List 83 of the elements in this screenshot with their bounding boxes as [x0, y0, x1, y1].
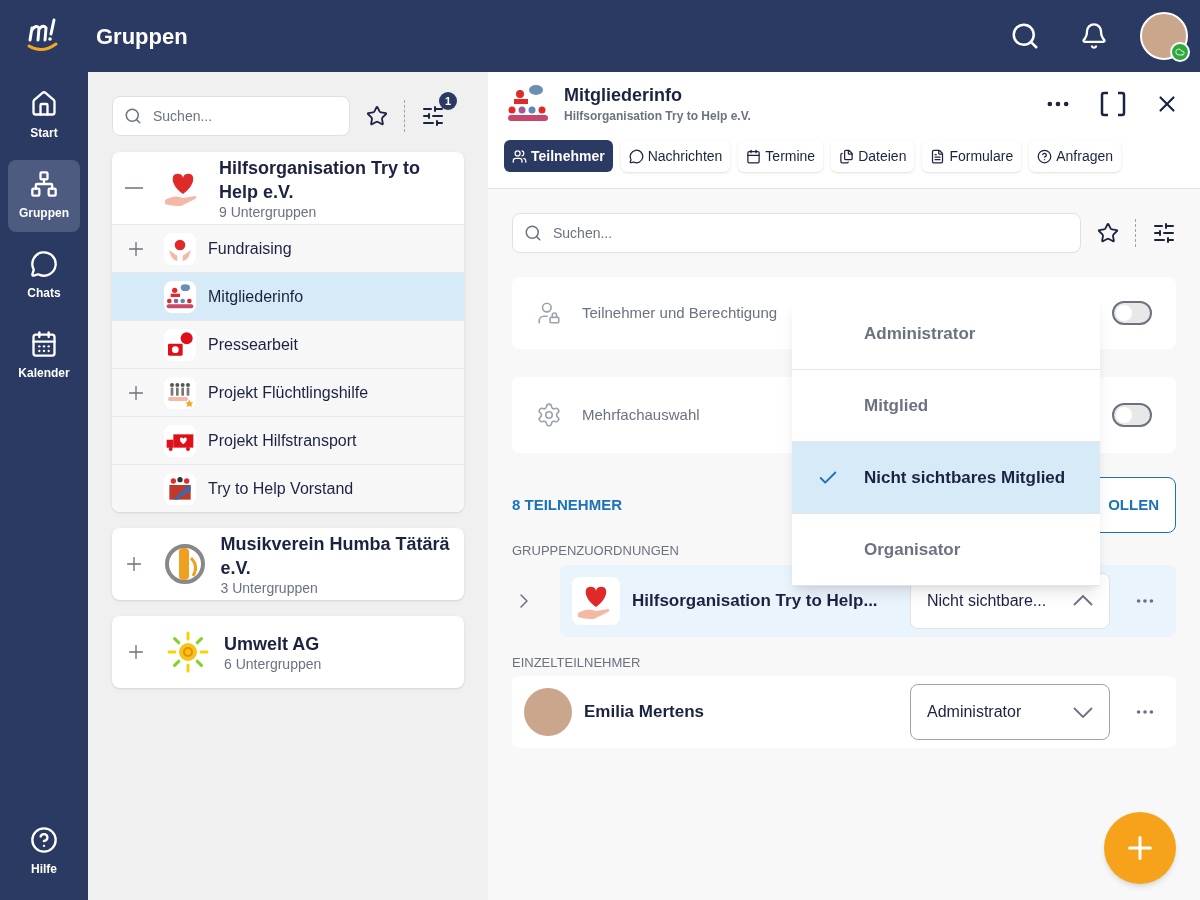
- tab[interactable]: Teilnehmer: [504, 140, 613, 172]
- star-icon[interactable]: [1097, 222, 1119, 244]
- tab[interactable]: Anfragen: [1029, 140, 1122, 172]
- detail-title: Mitgliederinfo: [564, 84, 683, 107]
- subgroup-name: Pressearbeit: [208, 334, 298, 355]
- filter-count-badge: 1: [439, 92, 457, 110]
- subgroup-item[interactable]: Pressearbeit: [112, 320, 464, 368]
- nav-item[interactable]: Kalender: [8, 320, 80, 392]
- person-avatar: [524, 688, 572, 736]
- subgroup-name: Projekt Flüchtlingshilfe: [208, 382, 369, 403]
- gear-icon: [536, 402, 562, 428]
- documents-icon: [839, 148, 855, 164]
- people-icon: [512, 148, 527, 164]
- group-name[interactable]: Musikverein Humba Tätärä e.V.: [220, 532, 456, 580]
- toggle-switch[interactable]: [1112, 301, 1152, 325]
- search-icon: [124, 107, 142, 125]
- nav-item[interactable]: Hilfe: [8, 820, 80, 884]
- subgroup-item[interactable]: Projekt Hilfstransport: [112, 416, 464, 464]
- subgroup-count: 6 Untergruppen: [224, 656, 322, 672]
- toggle-switch[interactable]: [1112, 403, 1152, 427]
- role-option[interactable]: Nicht sichtbares Mitglied: [792, 442, 1100, 514]
- house-icon: [30, 90, 58, 118]
- bell-icon[interactable]: [1080, 22, 1108, 50]
- chevron-down-icon: [1073, 706, 1093, 718]
- subgroup-item[interactable]: Fundraising: [112, 224, 464, 272]
- section-label: GRUPPENZUORDNUNGEN: [512, 542, 679, 560]
- help-icon: [30, 826, 58, 854]
- hierarchy-icon: [30, 170, 58, 198]
- truck-heart-logo: [164, 424, 196, 457]
- people-audience-logo: [164, 280, 196, 313]
- speech-bubble-icon: [628, 148, 644, 164]
- document-icon: [930, 148, 946, 164]
- nav-item[interactable]: Chats: [8, 240, 80, 312]
- heart-hand-logo: [572, 576, 620, 625]
- tab[interactable]: Dateien: [831, 140, 915, 172]
- speech-bubble-icon: [30, 250, 58, 278]
- group-name[interactable]: Umwelt AG: [224, 632, 322, 656]
- filter-icon[interactable]: [1152, 221, 1176, 245]
- question-icon: [1037, 148, 1053, 164]
- chevron-up-icon: [1073, 595, 1093, 606]
- participant-count: 8 TEILNEHMER: [512, 494, 622, 515]
- group-name[interactable]: Hilfsorganisation Try to Help e.V.: [219, 156, 456, 204]
- subgroup-item[interactable]: Projekt Flüchtlingshilfe: [112, 368, 464, 416]
- group-name: Hilfsorganisation Try to Help...: [632, 589, 878, 612]
- calendar-icon: [30, 330, 58, 358]
- subgroup-name: Mitgliederinfo: [208, 286, 304, 307]
- minus-icon: [124, 187, 143, 189]
- user-lock-icon: [536, 300, 562, 326]
- search-field[interactable]: Suchen...: [512, 213, 1081, 253]
- subgroup-name: Fundraising: [208, 238, 292, 259]
- calendar-icon: [746, 148, 762, 164]
- tab[interactable]: Formulare: [922, 140, 1022, 172]
- detail-subtitle: Hilfsorganisation Try to Help e.V.: [564, 108, 751, 125]
- subgroup-count: 9 Untergruppen: [219, 204, 318, 220]
- tab[interactable]: Termine: [738, 140, 824, 172]
- people-hand-logo: [164, 376, 196, 409]
- subgroup-item[interactable]: Try to Help Vorstand: [112, 464, 464, 512]
- fullscreen-icon[interactable]: [1100, 91, 1126, 117]
- section-label: EINZELTEILNEHMER: [512, 653, 641, 672]
- cloud-icon: [1175, 47, 1185, 57]
- camera-logo: [164, 328, 196, 361]
- subgroup-name: Projekt Hilfstransport: [208, 430, 357, 451]
- nav-item[interactable]: Gruppen: [8, 160, 80, 232]
- money-bag-hands-logo: [164, 232, 196, 265]
- role-option[interactable]: Administrator: [792, 298, 1100, 370]
- person-name: Emilia Mertens: [584, 701, 704, 724]
- subgroup-count: 3 Untergruppen: [220, 580, 319, 596]
- subgroup-name: Try to Help Vorstand: [208, 478, 354, 499]
- setting-label: Teilnehmer und Berechtigung: [582, 302, 778, 323]
- nav-item[interactable]: Start: [8, 80, 80, 152]
- subgroup-item[interactable]: Mitgliederinfo: [112, 272, 464, 320]
- search-icon: [524, 224, 542, 242]
- user-avatar[interactable]: [1140, 12, 1188, 60]
- role-dropdown[interactable]: Administrator: [910, 684, 1110, 740]
- people-group-logo: [164, 472, 196, 505]
- filter-icon[interactable]: [421, 104, 445, 128]
- star-icon[interactable]: [366, 105, 388, 127]
- setting-label: Mehrfachauswahl: [582, 404, 700, 425]
- page-title: Gruppen: [96, 22, 188, 51]
- tab[interactable]: Nachrichten: [620, 140, 731, 172]
- search-field[interactable]: Suchen...: [112, 96, 350, 136]
- role-option[interactable]: Organisator: [792, 514, 1100, 586]
- search-icon[interactable]: [1010, 21, 1040, 51]
